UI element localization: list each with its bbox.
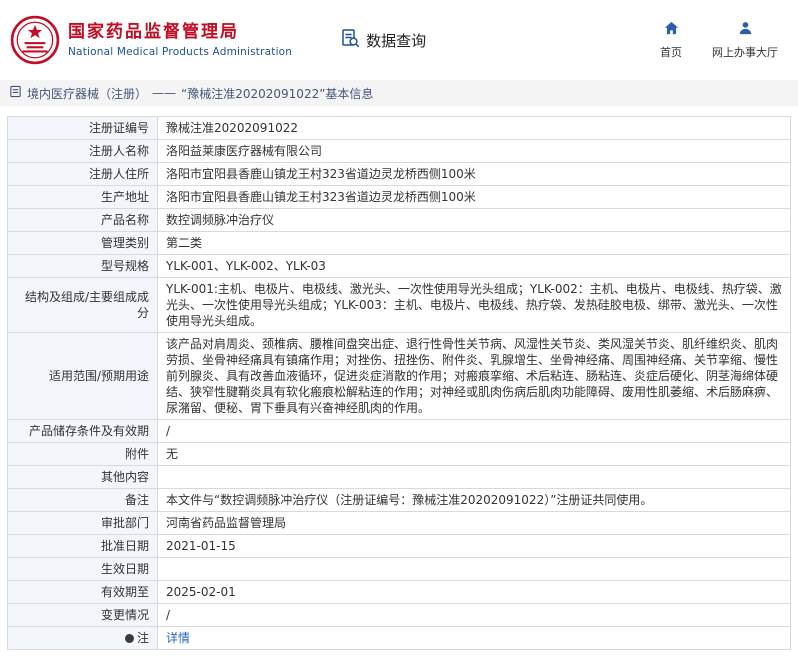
table-row: 管理类别 第二类 [7,231,791,255]
registration-info-table: 注册证编号 豫械注准20202091022 注册人名称 洛阳益莱康医疗器械有限公… [7,116,791,650]
row-value: / [157,603,791,627]
breadcrumb: 境内医疗器械（注册） —— “豫械注准20202091022”基本信息 [0,80,798,106]
row-value: 2021-01-15 [157,534,791,558]
row-value: YLK-001:主机、电极片、电极线、激光头、一次性使用导光头组成；YLK-00… [157,277,791,333]
row-value: 洛阳市宜阳县香鹿山镇龙王村323省道边灵龙桥西侧100米 [157,162,791,186]
table-row: 变更情况 / [7,603,791,627]
row-value: 第二类 [157,231,791,255]
note-label: 注 [136,631,149,645]
brand: 国家药品监督管理局 National Medical Products Admi… [10,15,292,65]
table-row: 产品储存条件及有效期 / [7,419,791,443]
row-label: 审批部门 [7,511,158,535]
row-value: YLK-001、YLK-002、YLK-03 [157,254,791,278]
data-query-nav[interactable]: 数据查询 [340,28,426,52]
row-value: 2025-02-01 [157,580,791,604]
row-label: 批准日期 [7,534,158,558]
detail-link[interactable]: 详情 [166,631,190,645]
row-value: 洛阳益莱康医疗器械有限公司 [157,139,791,163]
table-row: 生产地址 洛阳市宜阳县香鹿山镇龙王村323省道边灵龙桥西侧100米 [7,185,791,209]
nav-service-hall[interactable]: 网上办事大厅 [712,20,778,60]
national-emblem-icon [10,15,60,65]
row-value: 豫械注准20202091022 [157,116,791,140]
home-icon [663,20,680,40]
table-row: 注 详情 [7,626,791,650]
table-row: 产品名称 数控调频脉冲治疗仪 [7,208,791,232]
row-label: 结构及组成/主要组成成分 [7,277,158,333]
person-icon [737,20,754,40]
row-label: 有效期至 [7,580,158,604]
nav-service-hall-label: 网上办事大厅 [712,46,778,59]
row-label: 型号规格 [7,254,158,278]
row-value: 本文件与“数控调频脉冲治疗仪（注册证编号：豫械注准20202091022）”注册… [157,488,791,512]
row-value: / [157,419,791,443]
breadcrumb-section[interactable]: 境内医疗器械（注册） [27,85,147,102]
table-row: 注册证编号 豫械注准20202091022 [7,116,791,140]
data-query-label: 数据查询 [366,31,427,50]
breadcrumb-icon [9,85,22,101]
row-label: 其他内容 [7,465,158,489]
row-label: 注 [7,626,158,650]
table-row: 生效日期 [7,557,791,581]
row-value: 洛阳市宜阳县香鹿山镇龙王村323省道边灵龙桥西侧100米 [157,185,791,209]
nav-home-label: 首页 [660,46,682,59]
row-label: 注册证编号 [7,116,158,140]
table-row: 有效期至 2025-02-01 [7,580,791,604]
row-label: 生产地址 [7,185,158,209]
registration-info-table-wrap: 注册证编号 豫械注准20202091022 注册人名称 洛阳益莱康医疗器械有限公… [0,106,798,656]
breadcrumb-current: “豫械注准20202091022”基本信息 [181,86,374,101]
table-row: 型号规格 YLK-001、YLK-002、YLK-03 [7,254,791,278]
table-row: 附件 无 [7,442,791,466]
table-row: 结构及组成/主要组成成分 YLK-001:主机、电极片、电极线、激光头、一次性使… [7,277,791,333]
row-label: 生效日期 [7,557,158,581]
row-label: 注册人名称 [7,139,158,163]
row-label: 管理类别 [7,231,158,255]
table-row: 审批部门 河南省药品监督管理局 [7,511,791,535]
row-value [157,465,791,489]
row-label: 产品名称 [7,208,158,232]
table-row: 其他内容 [7,465,791,489]
row-label: 注册人住所 [7,162,158,186]
table-row: 批准日期 2021-01-15 [7,534,791,558]
row-value: 河南省药品监督管理局 [157,511,791,535]
org-name-en: National Medical Products Administration [68,46,293,58]
org-names: 国家药品监督管理局 National Medical Products Admi… [68,22,292,58]
header-nav: 首页 网上办事大厅 [660,20,784,60]
table-row: 注册人住所 洛阳市宜阳县香鹿山镇龙王村323省道边灵龙桥西侧100米 [7,162,791,186]
row-label: 备注 [7,488,158,512]
row-label: 产品储存条件及有效期 [7,419,158,443]
row-value: 无 [157,442,791,466]
row-label: 附件 [7,442,158,466]
table-row: 适用范围/预期用途 该产品对肩周炎、颈椎病、腰椎间盘突出症、退行性骨性关节病、风… [7,332,791,420]
table-row: 备注 本文件与“数控调频脉冲治疗仪（注册证编号：豫械注准20202091022）… [7,488,791,512]
row-value: 该产品对肩周炎、颈椎病、腰椎间盘突出症、退行性骨性关节病、风湿性关节炎、类风湿关… [157,332,791,420]
breadcrumb-separator: —— [152,86,177,100]
row-value: 详情 [157,626,791,650]
org-name-cn: 国家药品监督管理局 [68,22,239,42]
table-row: 注册人名称 洛阳益莱康医疗器械有限公司 [7,139,791,163]
note-icon [124,634,134,643]
nav-home[interactable]: 首页 [660,20,682,60]
row-label: 变更情况 [7,603,158,627]
page-header: 国家药品监督管理局 National Medical Products Admi… [0,0,798,80]
row-value: 数控调频脉冲治疗仪 [157,208,791,232]
row-value [157,557,791,581]
data-query-icon [340,28,360,52]
row-label: 适用范围/预期用途 [7,332,158,420]
